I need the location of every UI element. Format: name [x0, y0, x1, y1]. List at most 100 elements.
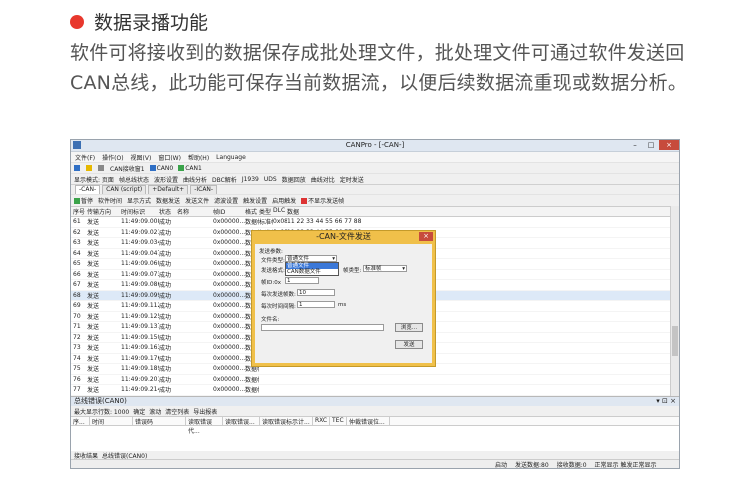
tb-trigger-settings[interactable]: 触发设置: [243, 196, 267, 205]
open-icon[interactable]: [86, 165, 92, 171]
tb-curve-analysis[interactable]: 曲线分析: [183, 175, 207, 184]
window-titlebar: CANPro - [-CAN-] – □ ×: [71, 140, 679, 152]
tb-receive-window[interactable]: CAN接收窗1: [110, 164, 145, 173]
bp-col-3[interactable]: 读取错误代...: [186, 417, 223, 435]
menu-window[interactable]: 窗口(W): [158, 153, 181, 162]
tb-hide-sent[interactable]: 不显示发送帧: [301, 196, 344, 205]
save-icon[interactable]: [98, 165, 104, 171]
tab-can[interactable]: -CAN-: [75, 185, 101, 194]
frame-type-select[interactable]: 标准帧 ▾: [363, 265, 407, 272]
file-type-dropdown: 普通文件 CAN数据文件: [285, 262, 339, 276]
cell-status: 成功: [159, 240, 172, 248]
cell-status: 成功: [159, 387, 172, 395]
bp-col-0[interactable]: 序...: [71, 417, 90, 426]
interval-input[interactable]: 1: [297, 301, 335, 308]
cell-time: 11:49:09.125: [121, 312, 159, 320]
frames-input[interactable]: 10: [297, 289, 335, 296]
cell-frame-id: 0x00000...: [213, 291, 245, 299]
table-scrollbar[interactable]: [670, 206, 679, 396]
status-display: 正常显示 触发正常显示: [594, 461, 657, 469]
frame-id-input[interactable]: 1: [285, 277, 319, 284]
clear-list-button[interactable]: 清空列表: [165, 407, 189, 416]
tb-j1939[interactable]: J1939: [242, 176, 259, 183]
tb-bus-status[interactable]: 帧总线状态: [119, 175, 149, 184]
tab-ican[interactable]: -ICAN-: [190, 185, 218, 194]
frame-type-label: 帧类型:: [343, 268, 362, 274]
section-title: 数据录播功能: [94, 12, 209, 34]
minimize-button[interactable]: –: [627, 140, 643, 150]
new-icon[interactable]: [74, 165, 80, 171]
close-button[interactable]: ×: [659, 140, 679, 150]
tb-enable-trigger[interactable]: 启用触发: [272, 196, 296, 205]
cell-status: 成功: [159, 219, 172, 227]
bp-col-4[interactable]: 读取错误...: [223, 417, 260, 426]
table-row[interactable]: 77 发送 11:49:09.214成功 0x00000...数据帧: [71, 385, 671, 396]
dialog-titlebar: -CAN-文件发送 ×: [252, 231, 435, 243]
bp-col-5[interactable]: 读取错误标示计...: [260, 417, 313, 426]
tb-data-send[interactable]: 数据发送: [156, 196, 180, 205]
file-send-dialog: -CAN-文件发送 × 发送参数: 文件类型: 普通文件 ▾ 普通文件 CAN数据…: [251, 230, 436, 367]
tb-soft-time[interactable]: 软件时间: [98, 196, 122, 205]
bp-col-6[interactable]: RXC: [313, 417, 330, 425]
col-direction[interactable]: 传输方向: [87, 207, 121, 216]
tb-curve-compare[interactable]: 曲线对比: [311, 175, 335, 184]
tb-timed-send[interactable]: 定时发送: [340, 175, 364, 184]
col-time[interactable]: 时间标识: [121, 207, 159, 216]
send-button[interactable]: 发送: [395, 340, 423, 349]
col-data[interactable]: 数据: [287, 207, 467, 216]
tb-dbc-parse[interactable]: DBC解析: [212, 175, 237, 184]
menu-file[interactable]: 文件(F): [75, 153, 95, 162]
bp-col-7[interactable]: TEC: [330, 417, 347, 425]
scroll-button[interactable]: 滚动: [149, 407, 161, 416]
menu-language[interactable]: Language: [216, 154, 246, 161]
file-name-input[interactable]: [261, 324, 384, 331]
tb-can1[interactable]: CAN1: [178, 165, 202, 172]
dialog-close-button[interactable]: ×: [419, 232, 433, 241]
cell-direction: 发送: [87, 271, 100, 279]
cell-status: 成功: [159, 366, 172, 374]
confirm-button[interactable]: 确定: [133, 407, 145, 416]
window-title: CANPro - [-CAN-]: [345, 141, 405, 149]
col-dlc[interactable]: DLC: [273, 207, 287, 216]
tab-can-script[interactable]: CAN (script): [102, 185, 147, 194]
menu-help[interactable]: 帮助(H): [188, 153, 209, 162]
toolbar-main: CAN接收窗1 CAN0 CAN1: [71, 162, 679, 173]
tb-can0[interactable]: CAN0: [149, 165, 173, 172]
scroll-thumb[interactable]: [672, 326, 678, 356]
tb-display-style[interactable]: 显示方式: [127, 196, 151, 205]
tb-wave-settings[interactable]: 波形设置: [154, 175, 178, 184]
bp-col-1[interactable]: 时间: [90, 417, 133, 426]
cell-time: 11:49:09.163: [121, 344, 159, 352]
cell-status: 成功: [159, 334, 172, 342]
menu-view[interactable]: 视图(V): [131, 153, 152, 162]
table-row[interactable]: 76 发送 11:49:09.201成功 0x00000...数据帧: [71, 375, 671, 385]
col-type[interactable]: 类型: [259, 207, 273, 216]
status-start: 启动: [495, 461, 508, 469]
menu-operation[interactable]: 操作(O): [102, 153, 123, 162]
cell-direction: 发送: [87, 219, 100, 227]
col-frame-id[interactable]: 帧ID: [213, 207, 245, 216]
browse-button[interactable]: 浏览...: [395, 323, 423, 332]
maximize-button[interactable]: □: [643, 140, 659, 150]
tb-uds[interactable]: UDS: [264, 176, 277, 183]
tb-data-playback[interactable]: 数据回放: [282, 175, 306, 184]
export-report-button[interactable]: 导出报表: [193, 407, 217, 416]
file-type-select[interactable]: 普通文件 ▾: [285, 255, 337, 262]
col-format[interactable]: 格式: [245, 207, 259, 216]
tb-filter[interactable]: 滤波设置: [214, 196, 238, 205]
bp-col-8[interactable]: 仲裁错误位...: [347, 417, 390, 426]
col-no[interactable]: 序号: [71, 207, 87, 216]
col-status[interactable]: 状态: [159, 207, 177, 216]
tb-send-file[interactable]: 发送文件: [185, 196, 209, 205]
col-name[interactable]: 名称: [177, 207, 213, 216]
toolbar-view: 暂停 软件时间 显示方式 数据发送 发送文件 滤波设置 触发设置 启用触发 不显…: [71, 194, 679, 205]
file-type-option-can[interactable]: CAN数据文件: [286, 269, 338, 275]
tab-default[interactable]: +Default+: [148, 185, 189, 194]
bp-col-2[interactable]: 错误码: [133, 417, 186, 426]
section-description: 软件可将接收到的数据保存成批处理文件，批处理文件可通过软件发送回CAN总线，此功…: [70, 42, 688, 94]
panel-controls[interactable]: ▾ ⊡ ×: [656, 397, 676, 406]
panel-table-body: [71, 426, 679, 451]
table-row[interactable]: 61 发送 11:49:09.008成功 0x00000...数据帧标准帧0x0811…: [71, 217, 671, 228]
tb-pause[interactable]: 暂停: [74, 196, 93, 205]
tb-display-mode[interactable]: 显示模式: 页面: [74, 175, 114, 184]
